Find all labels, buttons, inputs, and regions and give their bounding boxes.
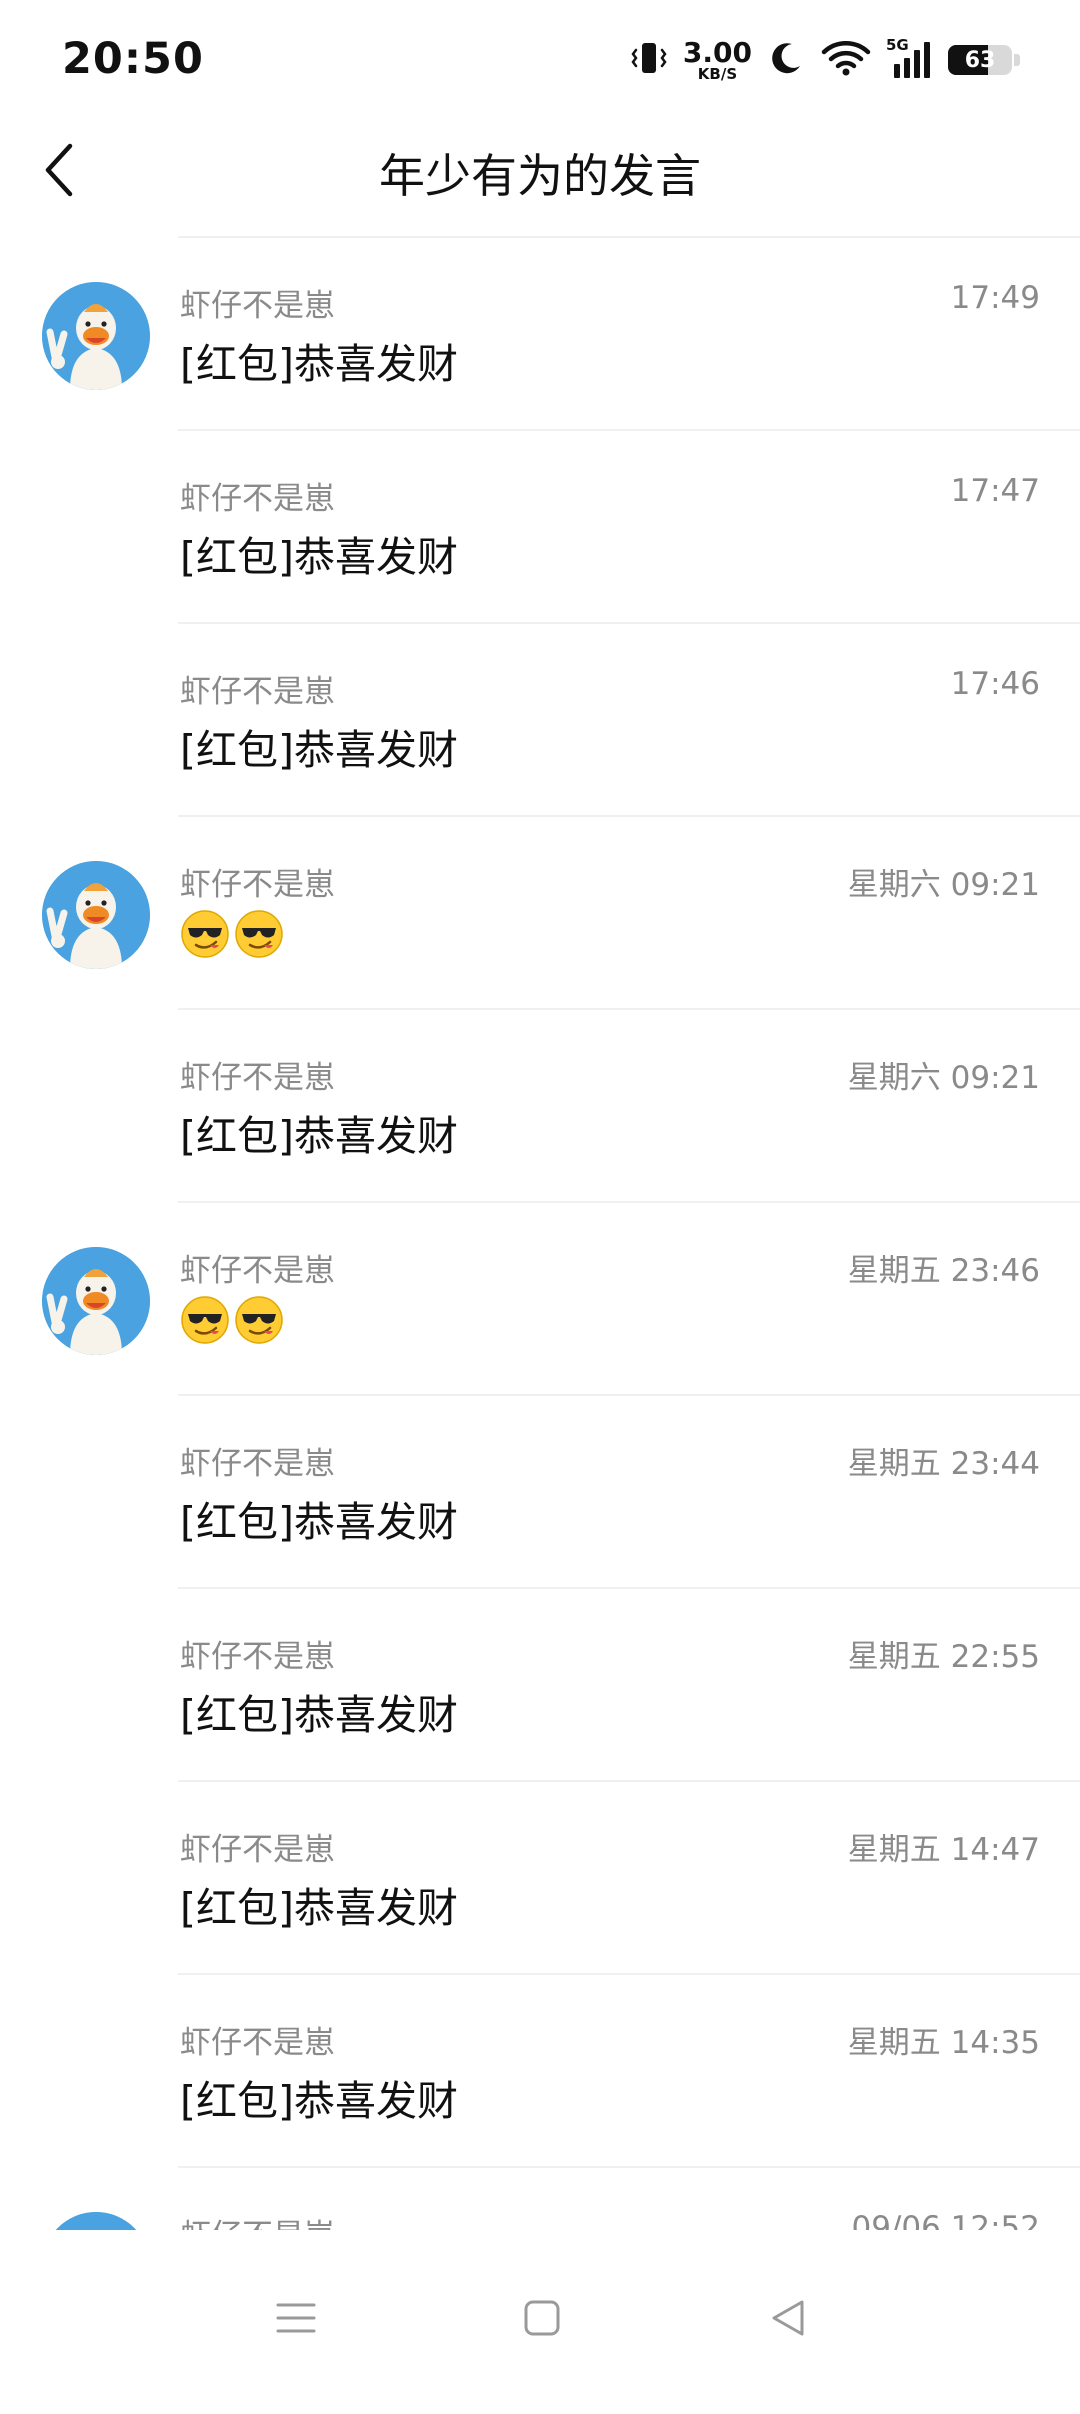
emoji-message bbox=[180, 1295, 284, 1349]
message-time: 17:49 bbox=[950, 280, 1040, 316]
status-icons: 3.00 KB/S 5G 63 bbox=[629, 30, 1020, 90]
battery-level: 63 bbox=[964, 47, 996, 73]
row-divider bbox=[178, 1394, 1080, 1396]
message-row[interactable]: 虾仔不是崽 星期五 23:46 bbox=[0, 1201, 1080, 1394]
row-divider bbox=[178, 1008, 1080, 1010]
emoji-message bbox=[180, 909, 284, 963]
message-text: [红包]恭喜发财 bbox=[180, 533, 458, 581]
row-divider bbox=[178, 1973, 1080, 1975]
row-divider bbox=[178, 815, 1080, 817]
sunglasses-smirk-emoji-icon bbox=[234, 909, 284, 963]
message-row[interactable]: 虾仔不是崽 17:49 [红包]恭喜发财 bbox=[0, 236, 1080, 429]
message-list[interactable]: 虾仔不是崽 17:49 [红包]恭喜发财 虾仔不是崽 17:47 [红包]恭喜发财 虾仔不是… bbox=[0, 236, 1080, 2230]
row-divider bbox=[178, 2166, 1080, 2168]
row-divider bbox=[178, 1201, 1080, 1203]
message-row[interactable]: 虾仔不是崽 星期五 23:44 [红包]恭喜发财 bbox=[0, 1394, 1080, 1587]
sender-name: 虾仔不是崽 bbox=[180, 1639, 335, 1675]
status-bar: 20:50 3.00 KB/S 5G 63 bbox=[0, 0, 1080, 110]
message-time: 星期六 09:21 bbox=[847, 867, 1040, 903]
net-speed-unit: KB/S bbox=[697, 64, 738, 83]
moon-icon bbox=[766, 38, 806, 82]
duck-avatar-icon[interactable] bbox=[42, 282, 150, 390]
message-row[interactable]: 虾仔不是崽 17:47 [红包]恭喜发财 bbox=[0, 429, 1080, 622]
row-divider bbox=[178, 429, 1080, 431]
sender-name: 虾仔不是崽 bbox=[180, 2210, 335, 2230]
message-time: 星期五 14:47 bbox=[847, 1832, 1040, 1868]
sender-name: 虾仔不是崽 bbox=[180, 288, 335, 324]
net-speed-value: 3.00 bbox=[682, 35, 752, 69]
message-time: 星期五 22:55 bbox=[847, 1639, 1040, 1675]
header: 年少有为的发言 bbox=[0, 110, 1080, 240]
duck-avatar-icon[interactable] bbox=[42, 1247, 150, 1355]
sunglasses-smirk-emoji-icon bbox=[234, 1295, 284, 1349]
message-time: 星期五 14:35 bbox=[847, 2025, 1040, 2061]
sender-name: 虾仔不是崽 bbox=[180, 481, 335, 517]
back-triangle-icon bbox=[766, 2296, 810, 2344]
duck-avatar-icon[interactable] bbox=[42, 861, 150, 969]
duck-avatar-icon[interactable] bbox=[42, 2212, 150, 2230]
message-row[interactable]: 虾仔不是崽 星期五 14:47 [红包]恭喜发财 bbox=[0, 1780, 1080, 1973]
sender-name: 虾仔不是崽 bbox=[180, 674, 335, 710]
message-time: 星期五 23:46 bbox=[847, 1253, 1040, 1289]
message-time: 星期五 23:44 bbox=[847, 1446, 1040, 1482]
message-text: [红包]恭喜发财 bbox=[180, 340, 458, 388]
message-text: [红包]恭喜发财 bbox=[180, 1884, 458, 1932]
row-divider bbox=[178, 236, 1080, 238]
vibrate-icon bbox=[629, 38, 669, 82]
message-text: [红包]恭喜发财 bbox=[180, 1112, 458, 1160]
message-time: 星期六 09:21 bbox=[847, 1060, 1040, 1096]
message-row[interactable]: 虾仔不是崽 星期六 09:21 [红包]恭喜发财 bbox=[0, 1008, 1080, 1201]
message-text: [红包]恭喜发财 bbox=[180, 726, 458, 774]
menu-icon bbox=[274, 2296, 318, 2344]
net-speed: 3.00 KB/S bbox=[682, 35, 752, 83]
message-row[interactable]: 虾仔不是崽09/06 12:52[红包]恭喜发财 bbox=[0, 2166, 1080, 2230]
nav-home-button[interactable] bbox=[512, 2290, 572, 2350]
nav-back-button[interactable] bbox=[758, 2290, 818, 2350]
message-row[interactable]: 虾仔不是崽 星期五 14:35 [红包]恭喜发财 bbox=[0, 1973, 1080, 2166]
nav-menu-button[interactable] bbox=[266, 2290, 326, 2350]
message-text: [红包]恭喜发财 bbox=[180, 1691, 458, 1739]
row-divider bbox=[178, 1587, 1080, 1589]
row-divider bbox=[178, 622, 1080, 624]
sender-name: 虾仔不是崽 bbox=[180, 1060, 335, 1096]
status-time: 20:50 bbox=[62, 34, 204, 84]
sender-name: 虾仔不是崽 bbox=[180, 867, 335, 903]
sunglasses-smirk-emoji-icon bbox=[180, 1295, 230, 1349]
home-square-icon bbox=[520, 2296, 564, 2344]
message-row[interactable]: 虾仔不是崽 17:46 [红包]恭喜发财 bbox=[0, 622, 1080, 815]
sender-name: 虾仔不是崽 bbox=[180, 2025, 335, 2061]
message-text: [红包]恭喜发财 bbox=[180, 1498, 458, 1546]
cellular-signal-icon: 5G bbox=[886, 38, 934, 82]
message-row[interactable]: 虾仔不是崽 星期五 22:55 [红包]恭喜发财 bbox=[0, 1587, 1080, 1780]
wifi-icon bbox=[820, 38, 872, 82]
sunglasses-smirk-emoji-icon bbox=[180, 909, 230, 963]
message-time: 17:47 bbox=[950, 473, 1040, 509]
sender-name: 虾仔不是崽 bbox=[180, 1446, 335, 1482]
message-row[interactable]: 虾仔不是崽 星期六 09:21 bbox=[0, 815, 1080, 1008]
battery-icon: 63 bbox=[948, 45, 1012, 75]
row-divider bbox=[178, 1780, 1080, 1782]
sender-name: 虾仔不是崽 bbox=[180, 1832, 335, 1868]
system-nav-bar bbox=[0, 2230, 1080, 2414]
message-time: 09/06 12:52 bbox=[851, 2210, 1040, 2230]
battery-nub bbox=[1014, 54, 1020, 66]
sender-name: 虾仔不是崽 bbox=[180, 1253, 335, 1289]
page-title: 年少有为的发言 bbox=[379, 149, 701, 203]
message-time: 17:46 bbox=[950, 666, 1040, 702]
message-text: [红包]恭喜发财 bbox=[180, 2077, 458, 2125]
